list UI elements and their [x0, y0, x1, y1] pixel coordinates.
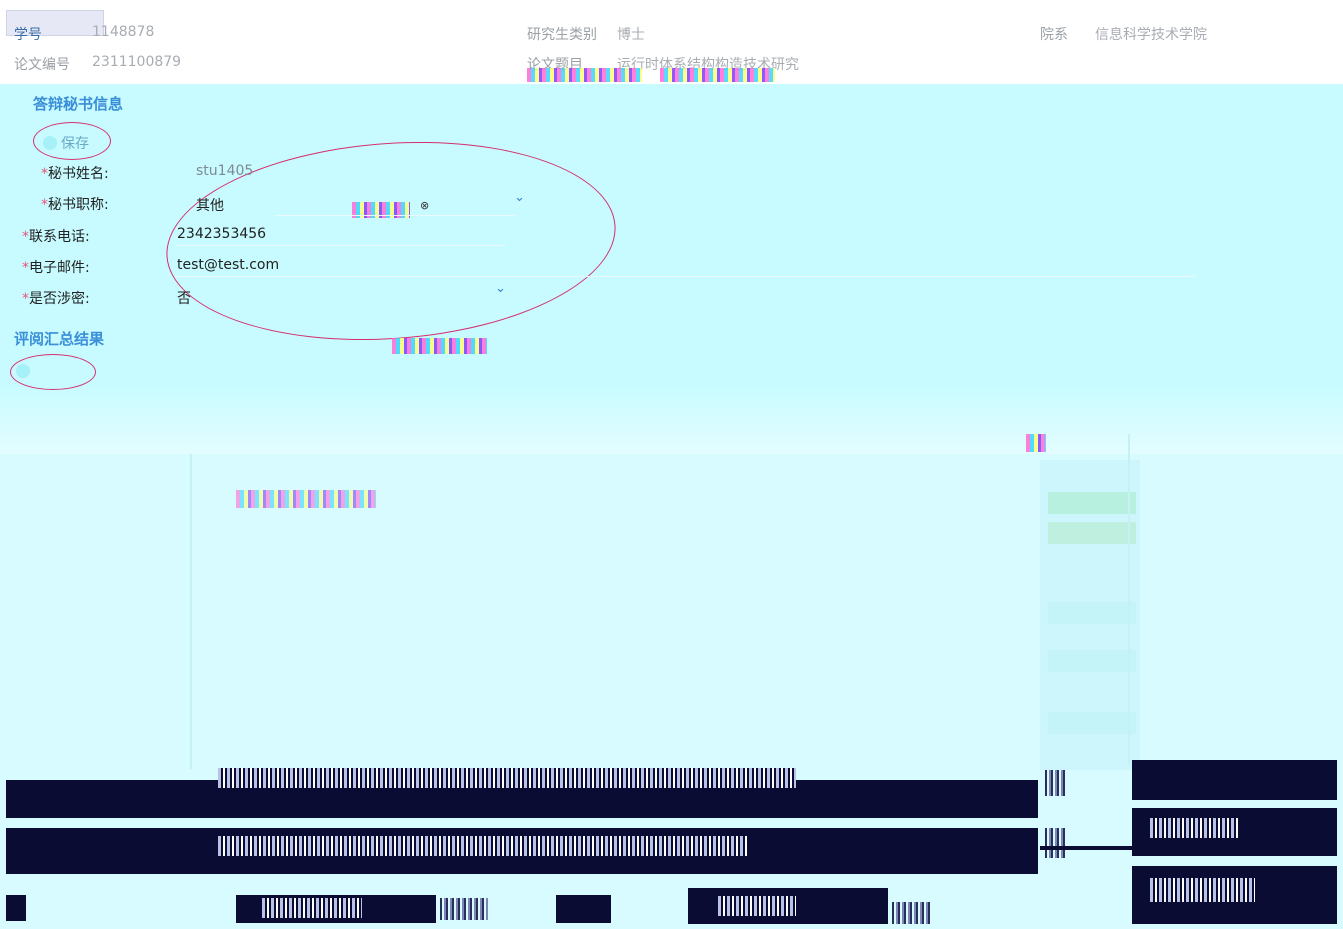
render-artifact — [1045, 828, 1067, 858]
render-artifact — [718, 896, 796, 916]
department-value: 信息科学技术学院 — [1095, 27, 1207, 43]
secret-label: *是否涉密: — [22, 291, 90, 307]
student-type-label: 研究生类别 — [527, 27, 597, 43]
student-id-label: 学号 — [14, 27, 42, 43]
render-artifact — [218, 836, 748, 856]
render-artifact — [440, 898, 488, 920]
render-artifact — [218, 768, 796, 788]
render-artifact — [262, 898, 362, 918]
save-label: 保存 — [61, 136, 89, 152]
render-artifact — [1150, 878, 1255, 902]
student-id-value: 1148878 — [92, 24, 155, 40]
clear-icon[interactable]: ⊗ — [420, 199, 429, 212]
department-label: 院系 — [1040, 27, 1068, 43]
thesis-no-label: 论文编号 — [14, 57, 70, 73]
render-artifact — [1150, 818, 1240, 838]
render-artifact — [527, 68, 642, 82]
thesis-no-value: 2311100879 — [92, 54, 182, 70]
phone-label: *联系电话: — [22, 229, 90, 245]
render-artifact — [236, 490, 376, 508]
secretary-name-field[interactable]: stu1405 — [196, 163, 253, 179]
render-artifact — [556, 895, 611, 923]
save-button[interactable]: 保存 — [43, 133, 89, 153]
field-underline — [176, 245, 506, 246]
side-column — [1040, 460, 1140, 770]
render-artifact — [1132, 760, 1337, 800]
secretary-title-label: *秘书职称: — [41, 197, 109, 213]
render-artifact — [1045, 770, 1067, 796]
save-icon — [43, 136, 57, 150]
circle-button-icon[interactable] — [16, 364, 30, 378]
render-artifact — [392, 338, 487, 354]
student-type-value: 博士 — [617, 27, 645, 43]
render-artifact — [892, 902, 930, 924]
column-divider — [1128, 434, 1130, 764]
column-divider — [190, 454, 192, 769]
email-field[interactable]: test@test.com — [177, 257, 279, 273]
render-artifact — [1026, 434, 1046, 452]
render-artifact — [6, 895, 26, 921]
field-underline — [176, 276, 1196, 277]
email-label: *电子邮件: — [22, 260, 90, 276]
secretary-section-title: 答辩秘书信息 — [33, 95, 124, 113]
secret-select[interactable]: 否 — [177, 288, 191, 308]
secretary-name-label: *秘书姓名: — [41, 166, 109, 182]
secretary-title-select[interactable]: 其他 — [196, 195, 224, 215]
chevron-down-icon[interactable]: ⌄ — [514, 190, 525, 205]
form-panel-fade — [0, 384, 1343, 454]
phone-field[interactable]: 2342353456 — [177, 226, 266, 242]
render-artifact — [1040, 846, 1132, 850]
chevron-down-icon[interactable]: ⌄ — [495, 281, 506, 296]
lower-panel — [0, 454, 1343, 770]
review-section-title: 评阅汇总结果 — [14, 330, 105, 348]
field-underline — [275, 215, 515, 216]
render-artifact — [660, 68, 775, 82]
